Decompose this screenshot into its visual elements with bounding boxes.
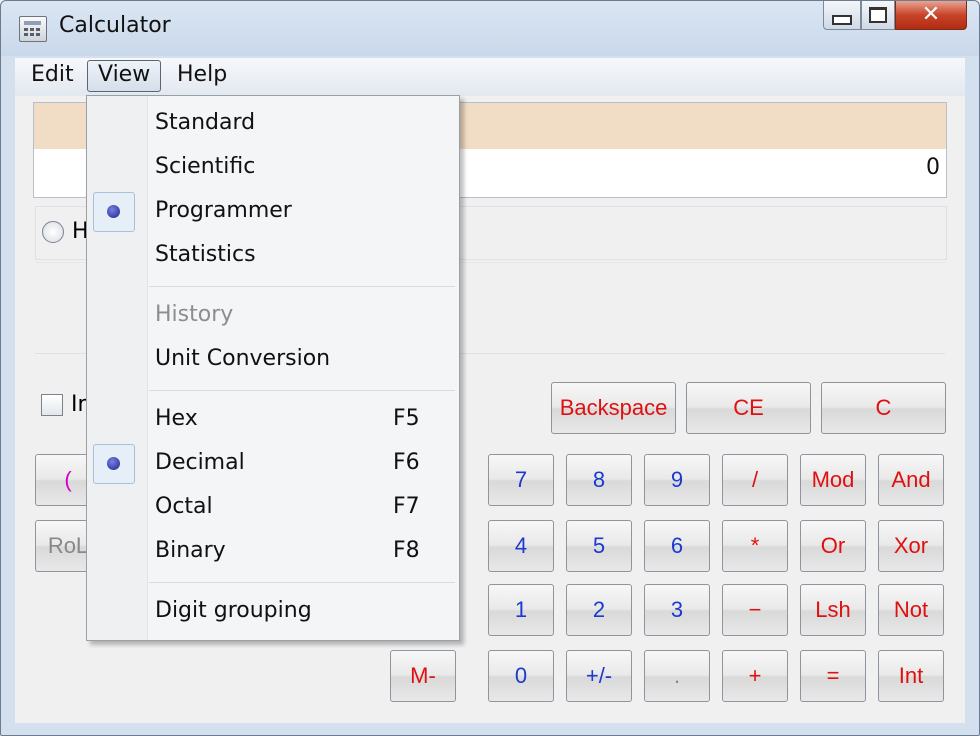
menu-item-digit-grouping[interactable]: Digit grouping [87,590,457,634]
menu-item-octal[interactable]: Octal F7 [87,486,457,530]
maximize-icon [869,7,887,23]
menu-item-label: Decimal [155,450,245,475]
digit-8-button[interactable]: 8 [566,454,632,506]
memory-subtract-button[interactable]: M- [390,650,456,702]
menu-item-label: Hex [155,406,198,431]
backspace-button[interactable]: Backspace [551,382,676,434]
menu-item-scientific[interactable]: Scientific [87,146,457,190]
decimal-point-button[interactable]: . [644,650,710,702]
shortcut-key: F7 [393,494,420,519]
radio-bullet-icon [93,444,135,484]
digit-2-button[interactable]: 2 [566,584,632,636]
title-bar[interactable]: Calculator ✕ [1,1,979,53]
calculator-icon [19,16,47,42]
divide-button[interactable]: / [722,454,788,506]
menu-separator [149,390,455,391]
close-button[interactable]: ✕ [895,1,967,30]
close-icon: ✕ [921,2,941,27]
menu-item-history: History [87,294,457,338]
radix-radio-hex[interactable] [42,221,64,243]
negate-button[interactable]: +/- [566,650,632,702]
digit-1-button[interactable]: 1 [488,584,554,636]
menu-item-label: Scientific [155,154,256,179]
radio-bullet-icon [93,192,135,232]
digit-5-button[interactable]: 5 [566,520,632,572]
menu-edit[interactable]: Edit [21,58,84,92]
digit-9-button[interactable]: 9 [644,454,710,506]
multiply-button[interactable]: * [722,520,788,572]
menu-item-label: Programmer [155,198,292,223]
menu-item-statistics[interactable]: Statistics [87,234,457,278]
not-button[interactable]: Not [878,584,944,636]
xor-button[interactable]: Xor [878,520,944,572]
inv-checkbox[interactable] [41,394,63,416]
window-title: Calculator [59,13,171,38]
menu-item-unit-conversion[interactable]: Unit Conversion [87,338,457,382]
digit-6-button[interactable]: 6 [644,520,710,572]
menu-item-label: Standard [155,110,256,135]
menu-separator [149,582,455,583]
menu-item-programmer[interactable]: Programmer [87,190,457,234]
add-button[interactable]: + [722,650,788,702]
digit-7-button[interactable]: 7 [488,454,554,506]
shortcut-key: F8 [393,538,420,563]
or-button[interactable]: Or [800,520,866,572]
menu-item-label: Unit Conversion [155,346,331,371]
mod-button[interactable]: Mod [800,454,866,506]
ce-button[interactable]: CE [686,382,811,434]
menu-item-label: Binary [155,538,226,563]
c-button[interactable]: C [821,382,946,434]
menu-item-label: Statistics [155,242,256,267]
display-value: 0 [926,155,940,180]
equals-button[interactable]: = [800,650,866,702]
calculator-window: Calculator ✕ Edit View Help 0 H In Backs… [0,0,980,736]
menu-item-standard[interactable]: Standard [87,102,457,146]
view-menu-dropdown: Standard Scientific Programmer Statistic… [86,95,460,641]
shortcut-key: F5 [393,406,420,431]
menu-help[interactable]: Help [167,58,237,92]
subtract-button[interactable]: − [722,584,788,636]
menu-view[interactable]: View [87,60,162,92]
maximize-button[interactable] [861,1,895,30]
and-button[interactable]: And [878,454,944,506]
menu-separator [149,286,455,287]
menu-bar: Edit View Help [15,58,965,96]
menu-item-label: History [155,302,234,327]
digit-0-button[interactable]: 0 [488,650,554,702]
menu-item-hex[interactable]: Hex F5 [87,398,457,442]
shortcut-key: F6 [393,450,420,475]
menu-item-decimal[interactable]: Decimal F6 [87,442,457,486]
minimize-button[interactable] [823,1,861,30]
lsh-button[interactable]: Lsh [800,584,866,636]
menu-item-label: Digit grouping [155,598,312,623]
digit-3-button[interactable]: 3 [644,584,710,636]
menu-item-label: Octal [155,494,213,519]
digit-4-button[interactable]: 4 [488,520,554,572]
minimize-icon [832,15,852,25]
int-button[interactable]: Int [878,650,944,702]
menu-item-binary[interactable]: Binary F8 [87,530,457,574]
